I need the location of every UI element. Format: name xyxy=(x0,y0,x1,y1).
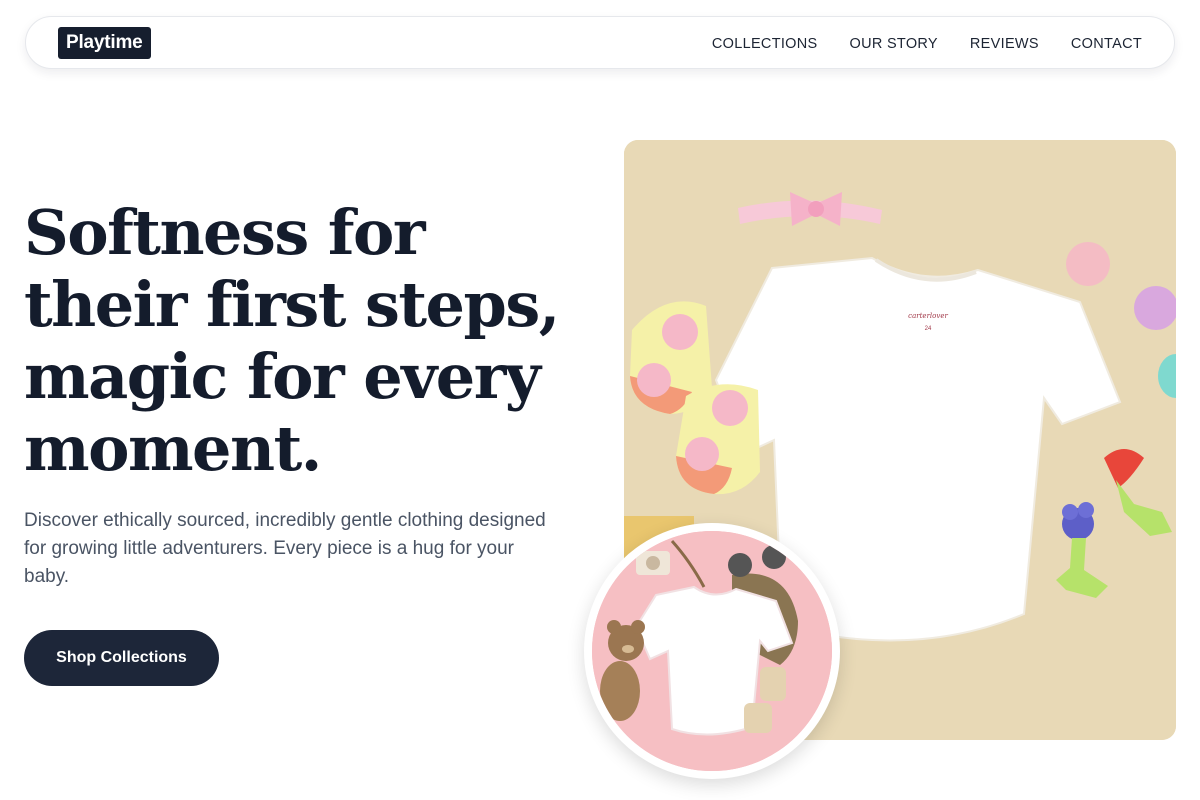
brand-logo[interactable]: Playtime xyxy=(58,27,151,59)
nav-link-contact[interactable]: CONTACT xyxy=(1071,36,1142,52)
tshirt-tag-size: 24 xyxy=(925,326,932,332)
nav-link-our-story[interactable]: OUR STORY xyxy=(850,36,938,52)
nav-link-collections[interactable]: COLLECTIONS xyxy=(712,36,818,52)
headline-line-1: Softness for xyxy=(24,196,426,269)
tshirt-tag-text: carterlover xyxy=(908,312,948,320)
headline-line-2: their first steps, xyxy=(24,268,560,341)
hero-headline: Softness for their first steps, magic fo… xyxy=(24,197,584,485)
nav-link-reviews[interactable]: REVIEWS xyxy=(970,36,1039,52)
nav-menu: COLLECTIONS OUR STORY REVIEWS CONTACT xyxy=(712,17,1142,70)
headline-line-3: magic for every xyxy=(24,340,541,413)
top-nav: Playtime COLLECTIONS OUR STORY REVIEWS C… xyxy=(25,16,1175,69)
hero-inset-image xyxy=(584,523,840,779)
shop-collections-button[interactable]: Shop Collections xyxy=(24,630,219,686)
headline-line-4: moment. xyxy=(24,412,322,485)
hero-description: Discover ethically sourced, incredibly g… xyxy=(24,510,546,587)
